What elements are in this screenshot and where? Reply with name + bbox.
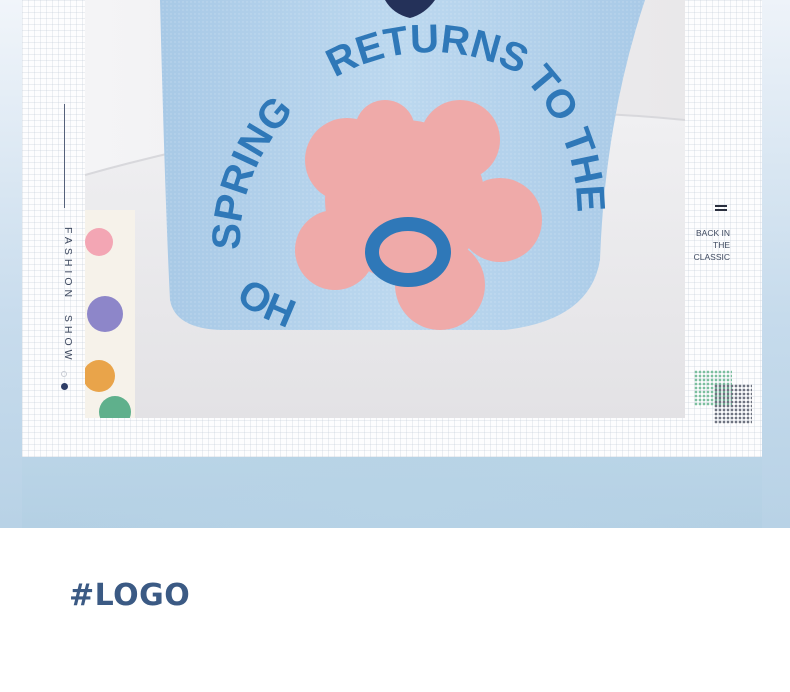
menu-icon xyxy=(715,205,727,212)
tagline-block: BACK IN THE CLASSIC xyxy=(682,227,730,263)
fashion-show-label: FASHION SHOW xyxy=(62,227,74,364)
tagline-line-1: BACK IN xyxy=(695,228,730,238)
pager-dot-active xyxy=(61,383,68,390)
vertical-divider xyxy=(64,104,65,208)
backdrop-right-edge xyxy=(762,0,790,528)
pager-dot-inactive xyxy=(61,371,67,377)
tagline-line-2: THE xyxy=(713,240,730,250)
section-heading: #LOGO xyxy=(69,578,191,613)
tagline-line-3: CLASSIC xyxy=(693,252,730,262)
gray-dot-pattern xyxy=(714,384,752,424)
backdrop-left-edge xyxy=(0,0,22,528)
product-photo: SPRING RETURNS TO THE OHO xyxy=(85,0,685,418)
